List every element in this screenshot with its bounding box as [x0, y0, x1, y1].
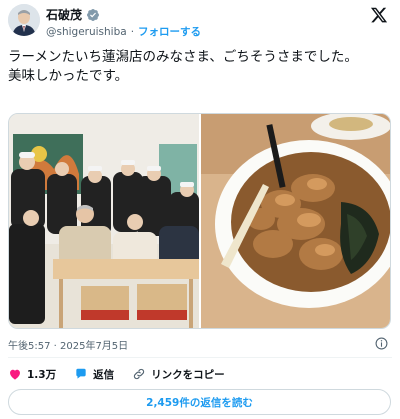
tweet-text: ラーメンたいち蓮潟店のみなさま、ごちそうさまでした。 美味しかったです。	[8, 49, 358, 84]
timestamp[interactable]: 午後5:57 · 2025年7月5日	[8, 341, 128, 352]
avatar[interactable]	[8, 4, 40, 36]
timestamp-row: 午後5:57 · 2025年7月5日	[8, 337, 392, 352]
verified-badge-icon	[87, 8, 99, 21]
x-logo-icon[interactable]	[370, 6, 388, 24]
handle-row: @shigeruishiba · フォローする	[46, 24, 201, 39]
group-photo-image	[9, 114, 199, 328]
handle[interactable]: @shigeruishiba	[46, 26, 127, 38]
action-bar: 1.3万 返信 リンクをコピー	[8, 364, 243, 384]
tweet-media	[8, 113, 391, 329]
reply-label: 返信	[93, 368, 115, 381]
name-row: 石破茂	[46, 6, 100, 23]
copy-link-button[interactable]: リンクをコピー	[132, 367, 225, 382]
copy-link-label: リンクをコピー	[151, 368, 225, 381]
read-replies-button[interactable]: 2,459件の返信を読む	[8, 389, 391, 415]
heart-icon	[10, 369, 20, 380]
display-name[interactable]: 石破茂	[46, 6, 82, 23]
link-icon	[134, 368, 145, 380]
like-count: 1.3万	[27, 368, 57, 381]
reply-button[interactable]: 返信	[74, 367, 114, 382]
tweet-header: 石破茂 @shigeruishiba · フォローする	[0, 0, 400, 44]
separator-dot: ·	[130, 25, 135, 38]
divider	[8, 357, 392, 358]
follow-button[interactable]: フォローする	[138, 24, 201, 39]
avatar-image	[8, 4, 40, 36]
ramen-photo-image	[201, 114, 390, 328]
like-button[interactable]: 1.3万	[8, 367, 56, 382]
group-photo[interactable]	[9, 114, 199, 328]
info-icon[interactable]	[375, 337, 388, 350]
reply-bubble-icon	[76, 368, 86, 379]
ramen-photo[interactable]	[201, 114, 390, 328]
